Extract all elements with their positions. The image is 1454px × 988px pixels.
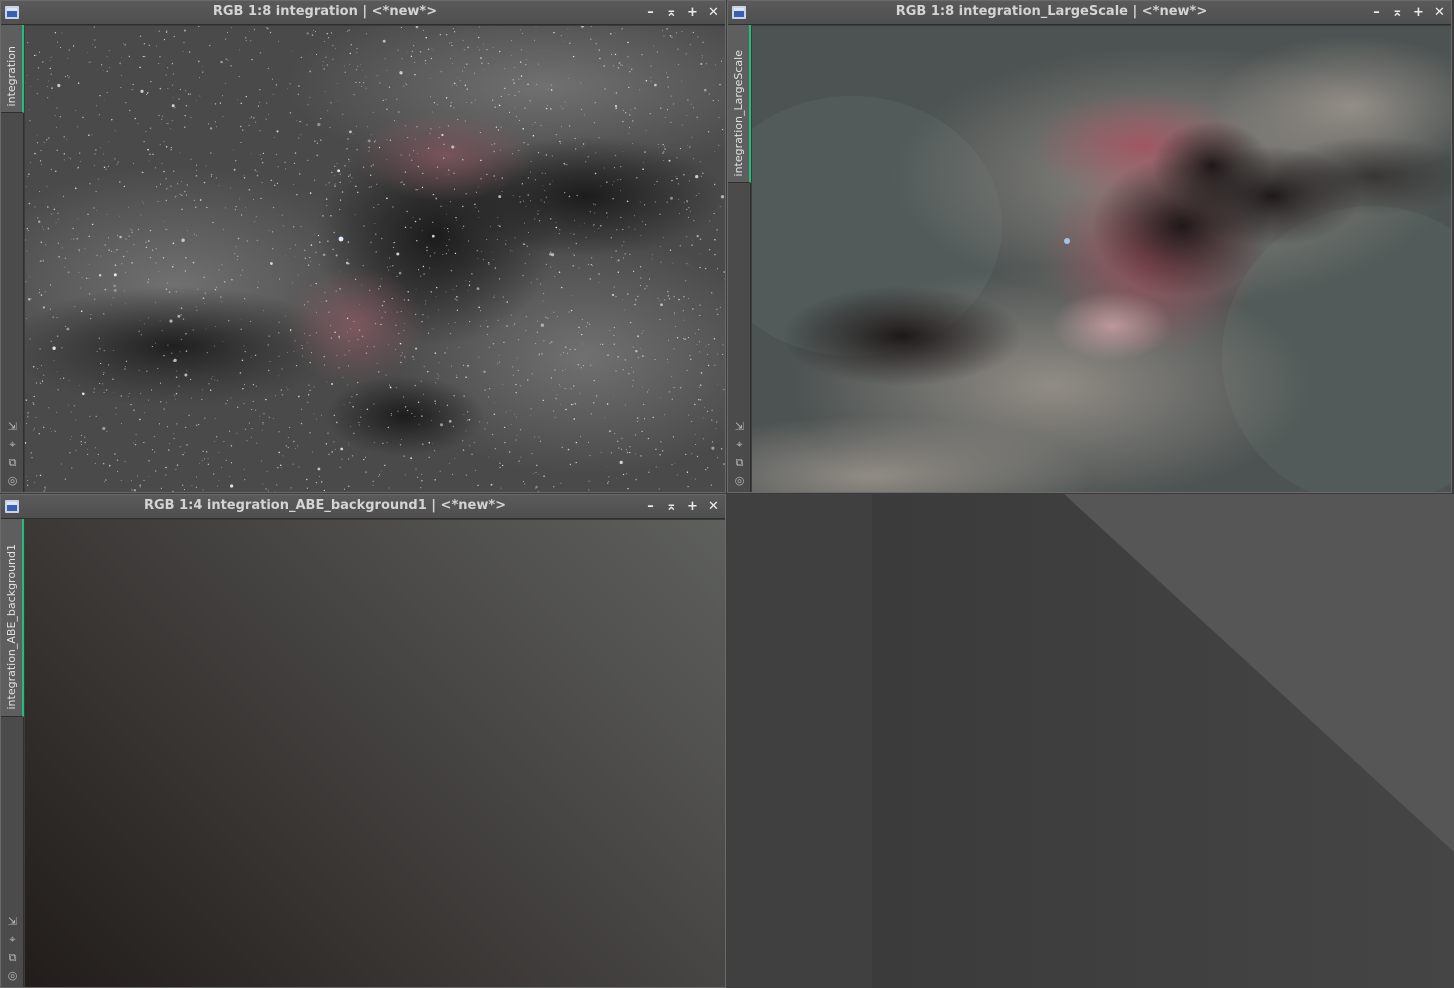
window-sidebar: integration ⇲ ⌖ ⧉ ◎ — [1, 25, 24, 492]
preview-icon[interactable]: ◎ — [6, 473, 20, 488]
maximize-icon[interactable]: + — [685, 4, 700, 22]
minimize-icon[interactable]: – — [643, 4, 658, 22]
starfield-image — [25, 26, 725, 492]
minimize-icon[interactable]: – — [643, 498, 658, 516]
clone-icon[interactable]: ⧉ — [733, 455, 747, 470]
clone-icon[interactable]: ⧉ — [6, 950, 20, 965]
window-titlebar[interactable]: RGB 1:8 integration_LargeScale | <*new*>… — [728, 1, 1451, 25]
image-window-integration[interactable]: RGB 1:8 integration | <*new*> – ⌅ + ✕ in… — [0, 0, 726, 493]
view-tab-label: integration_ABE_background1 — [5, 544, 18, 710]
window-title: RGB 1:4 integration_ABE_background1 | <*… — [143, 498, 507, 513]
zoom-icon[interactable]: ⌖ — [6, 932, 20, 947]
shade-icon[interactable]: ⌅ — [664, 4, 679, 22]
clone-icon[interactable]: ⧉ — [6, 455, 20, 470]
preview-icon[interactable]: ◎ — [6, 968, 20, 983]
minimize-icon[interactable]: – — [1369, 4, 1384, 22]
image-canvas-integration-abe-background1[interactable] — [25, 520, 725, 987]
close-icon[interactable]: ✕ — [706, 498, 721, 516]
shade-icon[interactable]: ⌅ — [664, 498, 679, 516]
window-titlebar[interactable]: RGB 1:4 integration_ABE_background1 | <*… — [1, 495, 725, 519]
image-canvas-integration[interactable] — [25, 26, 725, 492]
nebula-largescale-image — [752, 26, 1451, 492]
view-tab-integration-largescale[interactable]: integration_LargeScale — [728, 25, 751, 183]
window-title: RGB 1:8 integration | <*new*> — [212, 4, 438, 19]
fit-view-icon[interactable]: ⇲ — [6, 914, 20, 929]
fit-view-icon[interactable]: ⇲ — [733, 419, 747, 434]
workspace-background — [726, 494, 1454, 988]
zoom-icon[interactable]: ⌖ — [733, 437, 747, 452]
image-window-icon[interactable] — [732, 6, 746, 19]
image-window-integration-abe-background1[interactable]: RGB 1:4 integration_ABE_background1 | <*… — [0, 494, 726, 988]
fit-view-icon[interactable]: ⇲ — [6, 419, 20, 434]
window-sidebar: integration_ABE_background1 ⇲ ⌖ ⧉ ◎ — [1, 519, 24, 987]
maximize-icon[interactable]: + — [1411, 4, 1426, 22]
zoom-icon[interactable]: ⌖ — [6, 437, 20, 452]
window-titlebar[interactable]: RGB 1:8 integration | <*new*> – ⌅ + ✕ — [1, 1, 725, 25]
image-canvas-integration-largescale[interactable] — [752, 26, 1451, 492]
window-sidebar: integration_LargeScale ⇲ ⌖ ⧉ ◎ — [728, 25, 751, 492]
shade-icon[interactable]: ⌅ — [1390, 4, 1405, 22]
workspace-wallpaper-shape — [1064, 494, 1454, 852]
view-tab-label: integration_LargeScale — [732, 49, 745, 176]
maximize-icon[interactable]: + — [685, 498, 700, 516]
image-window-integration-largescale[interactable]: RGB 1:8 integration_LargeScale | <*new*>… — [727, 0, 1452, 493]
image-window-icon[interactable] — [5, 6, 19, 19]
view-tab-label: integration — [5, 45, 18, 106]
view-tab-integration-abe-background1[interactable]: integration_ABE_background1 — [1, 519, 24, 717]
close-icon[interactable]: ✕ — [706, 4, 721, 22]
preview-icon[interactable]: ◎ — [733, 473, 747, 488]
image-window-icon[interactable] — [5, 500, 19, 513]
window-title: RGB 1:8 integration_LargeScale | <*new*> — [895, 4, 1208, 19]
workspace: RGB 1:8 integration | <*new*> – ⌅ + ✕ in… — [0, 0, 1454, 988]
close-icon[interactable]: ✕ — [1432, 4, 1447, 22]
view-tab-integration[interactable]: integration — [1, 25, 24, 113]
